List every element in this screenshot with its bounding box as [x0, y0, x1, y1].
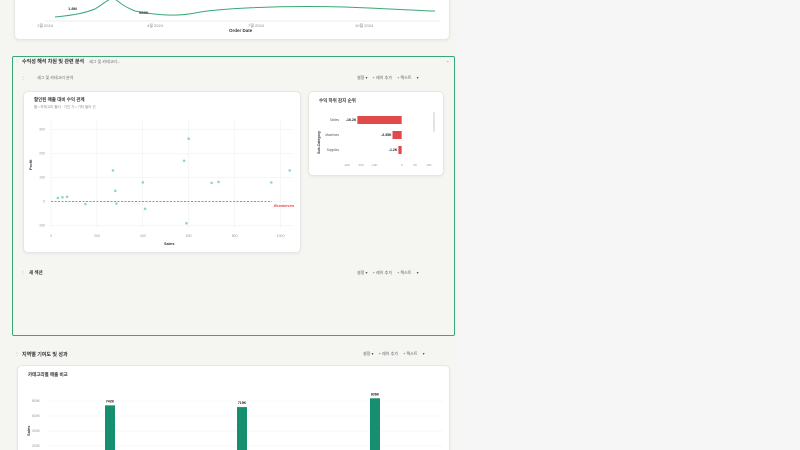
scatter-point[interactable]	[288, 169, 292, 172]
right-gutter	[456, 0, 800, 450]
scatter-point[interactable]	[185, 221, 188, 225]
scatter-ytick-label: 100	[39, 176, 45, 180]
hbar-category-label: Tables	[330, 118, 340, 122]
settings-dropdown[interactable]: 설정 ▾	[357, 75, 367, 80]
breakeven-label: Breakeven	[274, 203, 295, 208]
top-xtick-4: 10월 2024	[355, 23, 374, 28]
scatter-xtick-label: 0	[50, 234, 52, 238]
bar-ytick-label: 400K	[32, 429, 41, 433]
top-line-chart	[45, 0, 440, 22]
scatter-card[interactable]: 할인된 매출 대비 수익 관계 할 • 카테고리 필터 · 기간 기 • 기타 …	[23, 91, 301, 253]
scatter-xtick-label: 800	[232, 234, 238, 238]
scatter-point[interactable]	[270, 181, 273, 184]
section1-subheader: 세그 및 카테고리 분석	[37, 75, 74, 80]
top-xlabel: Order Date	[229, 28, 253, 33]
section2-title[interactable]: 새 섹션	[29, 270, 43, 276]
scatter-xtick-label: 400	[140, 234, 146, 238]
section3-add-layer-button[interactable]: + 레이 추가	[379, 351, 398, 356]
subheader-drag-icon[interactable]: ⋮	[21, 75, 25, 80]
section1-drag-handle-icon[interactable]: ⋮	[15, 58, 19, 63]
scatter-ytick-label: 200	[39, 152, 45, 156]
section1-controls: 설정 ▾ + 레이 추가 + 텍스트 ▾	[357, 75, 423, 81]
scatter-xtick-label: 600	[186, 234, 192, 238]
bar-ytick-label: 200K	[32, 444, 41, 448]
hbar-xtick-label: 0	[401, 163, 403, 167]
category-bar-value-label: 719K	[238, 401, 247, 405]
section3-settings-dropdown[interactable]: 설정 ▾	[363, 351, 373, 356]
add-layer-button[interactable]: + 레이 추가	[373, 75, 392, 80]
scatter-point[interactable]	[115, 202, 118, 205]
scatter-point[interactable]	[111, 169, 115, 172]
scatter-xlabel: Sales	[164, 241, 175, 246]
top-line-series	[54, 0, 436, 18]
section1-title[interactable]: 수익성 해석 차원 및 관련 분석	[22, 58, 84, 65]
scatter-point[interactable]	[61, 195, 64, 199]
add-text-button[interactable]: + 텍스트	[397, 75, 412, 80]
hbar-category-label: Supplies	[327, 148, 340, 152]
hbar-plot: -16.2K Tables -3.35K Machines -1.2K Supplies -…	[325, 116, 432, 167]
scatter-point[interactable]	[84, 202, 87, 206]
section2-add-layer-button[interactable]: + 레이 추가	[373, 270, 392, 275]
category-bar-ylabel: Sales	[26, 425, 31, 436]
section2-more-dropdown[interactable]: ▾	[417, 270, 419, 275]
category-bar[interactable]	[105, 405, 115, 450]
hbar-value-label: -1.2K	[389, 148, 398, 152]
scatter-ytick-label: 0	[43, 200, 45, 204]
section1-tab[interactable]: 세그 및 카테고리...	[89, 59, 120, 65]
hbar-value-label: -16.2K	[346, 118, 357, 122]
category-bar-value-label: 742K	[106, 399, 115, 403]
scatter-ytick-label: 300	[39, 128, 45, 132]
hbar-xtick-label: 10K	[426, 163, 431, 167]
section3-drag-icon[interactable]: ⋮	[15, 351, 19, 356]
section2-controls: 설정 ▾ + 레이 추가 + 텍스트 ▾	[357, 270, 423, 276]
scatter-ytick-label: -100	[38, 224, 45, 228]
scatter-xtick-label: 200	[94, 234, 100, 238]
hbar-xtick-label: -15K	[357, 163, 363, 167]
scatter-xtick-label: 1000	[277, 234, 285, 238]
section3-controls: 설정 ▾ + 레이 추가 + 텍스트 ▾	[363, 351, 429, 357]
category-bar[interactable]	[237, 407, 247, 450]
hbar-bar[interactable]	[392, 131, 402, 139]
hbar-card[interactable]: 수익 하위 감지 순위 Sub-Category -16.2K Tables -3.…	[308, 91, 444, 176]
category-bar[interactable]	[370, 398, 380, 450]
scatter-plot: 3002001000-1000 200 400 600 800 1000	[38, 120, 292, 238]
more-dropdown[interactable]: ▾	[417, 75, 419, 80]
section2-settings-dropdown[interactable]: 설정 ▾	[357, 270, 367, 275]
scatter-point[interactable]	[141, 181, 145, 184]
hbar-bar[interactable]	[357, 116, 402, 124]
top-xtick-2: 4월 2024	[147, 23, 163, 28]
hbar-xtick-label: -10K	[371, 163, 377, 167]
scatter-point[interactable]	[65, 195, 69, 199]
bar-ytick-label: 600K	[32, 414, 41, 418]
scatter-point[interactable]	[182, 159, 186, 163]
hbar-xtick-label: 5K	[413, 163, 417, 167]
category-bar-chart: 800K 600K 400K 200K 742K 719K 836K	[32, 392, 443, 450]
top-point-label-1: 1.8M	[68, 6, 77, 11]
hbar-scrollbar[interactable]	[433, 112, 435, 132]
section3-more-dropdown[interactable]: ▾	[423, 351, 425, 356]
bar-ytick-label: 800K	[32, 399, 41, 403]
category-bar-value-label: 836K	[371, 392, 380, 396]
scatter-ylabel: Profit	[28, 159, 33, 170]
section3-title[interactable]: 지역별 기여도 및 성과	[22, 351, 68, 358]
scatter-point[interactable]	[217, 180, 220, 184]
scatter-point[interactable]	[210, 181, 213, 185]
top-point-label-2: 983K	[139, 10, 149, 15]
scatter-point[interactable]	[187, 137, 191, 141]
scatter-point[interactable]	[56, 196, 60, 200]
section2-add-text-button[interactable]: + 텍스트	[397, 270, 412, 275]
scatter-point[interactable]	[143, 207, 147, 211]
scatter-point[interactable]	[113, 189, 117, 193]
hbar-category-label: Machines	[325, 133, 339, 137]
top-xtick-1: 1월 2024	[37, 23, 53, 28]
hbar-xtick-label: -20K	[344, 163, 350, 167]
section1-collapse-icon[interactable]: ⌄	[446, 58, 449, 63]
hbar-value-label: -3.35K	[381, 133, 392, 137]
section2-drag-icon[interactable]: ⋮	[21, 270, 25, 275]
category-bar-card[interactable]: 카테고리별 매출 비교 800K 600K 400K 200K 742K 719K 836K…	[17, 365, 450, 450]
top-chart-card: 1.8M 983K 1월 2024 4월 2024 7월 2024 10월 20…	[14, 0, 450, 40]
hbar-bar[interactable]	[398, 146, 402, 154]
section3-add-text-button[interactable]: + 텍스트	[403, 351, 418, 356]
